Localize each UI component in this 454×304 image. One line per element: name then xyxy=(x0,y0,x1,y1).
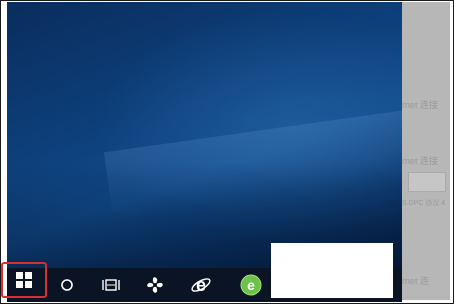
network-settings-panel: rnet 连接 rnet 连接 S.DPC 协议 4 rnet 连 xyxy=(402,2,450,300)
task-view-button[interactable] xyxy=(89,268,133,302)
svg-text:e: e xyxy=(196,275,206,295)
internet-explorer-button[interactable]: e xyxy=(179,268,223,302)
svg-text:e: e xyxy=(247,277,255,293)
side-item-text: S.DPC 协议 4 xyxy=(402,200,446,207)
side-item-text: rnet 连接 xyxy=(402,100,439,110)
redacted-area xyxy=(271,243,393,298)
start-button[interactable] xyxy=(1,262,47,298)
circle-icon xyxy=(61,279,73,291)
pinned-fan-app-button[interactable] xyxy=(133,268,177,302)
green-e-browser-icon: e xyxy=(240,274,262,296)
windows-logo-icon xyxy=(16,272,32,288)
internet-explorer-icon: e xyxy=(191,275,211,295)
task-view-icon xyxy=(102,279,120,291)
side-item-text: rnet 连接 xyxy=(402,156,439,166)
side-field xyxy=(408,172,446,192)
fan-icon xyxy=(147,277,163,293)
side-item-text: rnet 连 xyxy=(402,276,430,286)
green-e-browser-button[interactable]: e xyxy=(229,268,273,302)
cortana-button[interactable] xyxy=(45,268,89,302)
